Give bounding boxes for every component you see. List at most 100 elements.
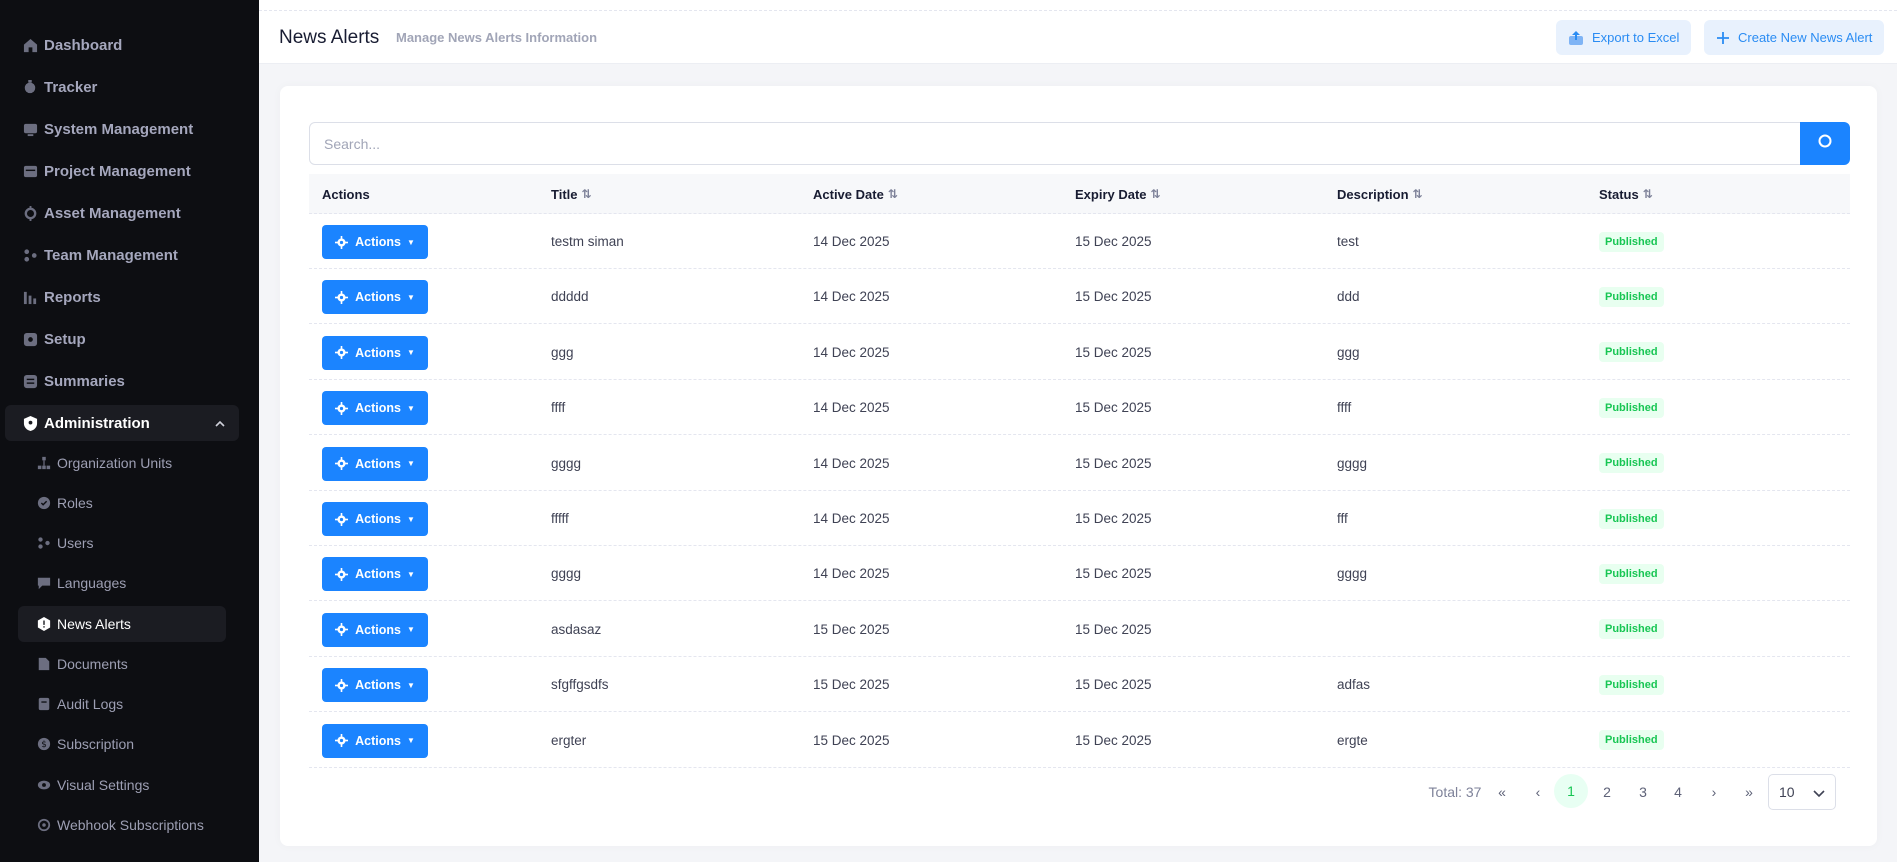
page-1-button[interactable]: 1 xyxy=(1554,774,1588,808)
sidebar-sub-audit-logs[interactable]: Audit Logs xyxy=(18,686,226,722)
sidebar-item-tracker[interactable]: Tracker xyxy=(5,69,239,105)
page-2-button[interactable]: 2 xyxy=(1590,774,1624,810)
sidebar-sub-label: Users xyxy=(57,535,94,551)
sidebar-sub-organization-units[interactable]: Organization Units xyxy=(18,445,226,481)
sidebar-sub-roles[interactable]: Roles xyxy=(18,485,226,521)
document-icon xyxy=(37,657,51,671)
summary-icon xyxy=(22,373,38,389)
gear-icon xyxy=(335,235,349,249)
search-icon xyxy=(1817,133,1833,154)
status-badge: Published xyxy=(1599,563,1664,584)
gear-icon xyxy=(335,734,349,748)
sidebar-item-system-management[interactable]: System Management xyxy=(5,111,239,147)
sort-icon: ⇅ xyxy=(1412,187,1423,201)
column-active-date[interactable]: Active Date ⇅ xyxy=(813,174,898,214)
status-badge: Published xyxy=(1599,730,1664,751)
sidebar-item-team-management[interactable]: Team Management xyxy=(5,237,239,273)
sidebar-sub-documents[interactable]: Documents xyxy=(18,646,226,682)
row-actions-button[interactable]: Actions ▼ xyxy=(322,723,428,758)
sidebar-sub-subscription[interactable]: $ Subscription xyxy=(18,726,226,762)
gear-icon xyxy=(335,623,349,637)
cell-title: ergter xyxy=(551,732,587,748)
svg-text:$: $ xyxy=(41,740,47,750)
caret-down-icon: ▼ xyxy=(406,459,415,469)
column-title[interactable]: Title ⇅ xyxy=(551,174,592,214)
row-actions-button[interactable]: Actions ▼ xyxy=(322,335,428,370)
cell-title: sfgffgsdfs xyxy=(551,677,609,693)
first-page-button[interactable]: « xyxy=(1485,774,1519,810)
sidebar-item-dashboard[interactable]: Dashboard xyxy=(5,27,239,63)
row-actions-button[interactable]: Actions ▼ xyxy=(322,668,428,703)
org-icon xyxy=(37,456,51,470)
column-description[interactable]: Description ⇅ xyxy=(1337,174,1423,214)
caret-down-icon: ▼ xyxy=(406,569,415,579)
sidebar-sub-users[interactable]: Users xyxy=(18,525,226,561)
table-row: Actions ▼ asdasaz 15 Dec 2025 15 Dec 2025 Pub… xyxy=(309,602,1850,657)
setup-icon xyxy=(22,331,38,347)
caret-down-icon: ▼ xyxy=(406,292,415,302)
sidebar-sub-news-alerts[interactable]: News Alerts xyxy=(18,606,226,642)
column-actions: Actions xyxy=(322,186,370,202)
sidebar-item-project-management[interactable]: Project Management xyxy=(5,153,239,189)
actions-label: Actions xyxy=(355,345,401,360)
tracker-icon xyxy=(22,79,38,95)
last-page-button[interactable]: » xyxy=(1732,774,1766,810)
sidebar-item-setup[interactable]: Setup xyxy=(5,321,239,357)
sidebar-sub-visual-settings[interactable]: Visual Settings xyxy=(18,767,226,803)
prev-page-button[interactable]: ‹ xyxy=(1521,774,1555,810)
row-actions-button[interactable]: Actions ▼ xyxy=(322,225,428,259)
next-page-button[interactable]: › xyxy=(1697,774,1731,810)
cell-expiry: 15 Dec 2025 xyxy=(1075,621,1152,637)
row-actions-button[interactable]: Actions ▼ xyxy=(322,446,428,481)
sidebar-item-reports[interactable]: Reports xyxy=(5,279,239,315)
cell-desc: test xyxy=(1337,234,1359,249)
search-input[interactable] xyxy=(309,122,1801,165)
language-icon xyxy=(37,576,51,590)
caret-down-icon: ▼ xyxy=(406,680,415,690)
table-row: Actions ▼ fffff 14 Dec 2025 15 Dec 2025 fff Pu… xyxy=(309,491,1850,546)
cell-active: 14 Dec 2025 xyxy=(813,566,890,582)
cell-title: asdasaz xyxy=(551,621,602,637)
page-size-select[interactable]: 10 xyxy=(1768,774,1836,810)
gear-icon xyxy=(335,567,349,581)
cell-status: Published xyxy=(1599,657,1664,712)
export-excel-button[interactable]: Export to Excel xyxy=(1556,20,1692,55)
cell-expiry: 15 Dec 2025 xyxy=(1075,234,1152,249)
sidebar-item-asset-management[interactable]: Asset Management xyxy=(5,195,239,231)
sort-icon: ⇅ xyxy=(1150,187,1161,201)
page-subtitle: Manage News Alerts Information xyxy=(396,30,598,45)
row-actions-button[interactable]: Actions ▼ xyxy=(322,391,428,426)
cell-status: Published xyxy=(1599,436,1664,491)
page-3-button[interactable]: 3 xyxy=(1626,774,1660,810)
sidebar-sub-webhook-subscriptions[interactable]: Webhook Subscriptions xyxy=(18,807,226,843)
row-actions-button[interactable]: Actions ▼ xyxy=(322,557,428,592)
cell-title: ffff xyxy=(551,400,566,416)
column-status[interactable]: Status ⇅ xyxy=(1599,174,1653,214)
row-actions-button[interactable]: Actions ▼ xyxy=(322,612,428,647)
cell-active: 15 Dec 2025 xyxy=(813,621,890,637)
caret-down-icon: ▼ xyxy=(406,736,415,746)
search-button[interactable] xyxy=(1800,122,1850,165)
sort-icon: ⇅ xyxy=(1642,187,1653,201)
team-icon xyxy=(22,247,38,263)
row-actions-button[interactable]: Actions ▼ xyxy=(322,280,428,315)
cell-title: ggg xyxy=(551,344,574,360)
cell-expiry: 15 Dec 2025 xyxy=(1075,400,1152,416)
cell-expiry: 15 Dec 2025 xyxy=(1075,732,1152,748)
gear-icon xyxy=(335,346,349,360)
cell-desc: adfas xyxy=(1337,677,1371,693)
column-expiry-date[interactable]: Expiry Date ⇅ xyxy=(1075,174,1161,214)
cell-active: 14 Dec 2025 xyxy=(813,344,890,360)
chevron-up-icon xyxy=(215,416,225,434)
create-news-alert-button[interactable]: Create New News Alert xyxy=(1704,20,1885,55)
row-actions-button[interactable]: Actions ▼ xyxy=(322,502,428,536)
cell-desc: fff xyxy=(1337,511,1348,526)
page-4-button[interactable]: 4 xyxy=(1661,774,1695,810)
cell-status: Published xyxy=(1599,713,1664,768)
sidebar-item-summaries[interactable]: Summaries xyxy=(5,363,239,399)
sidebar-item-administration[interactable]: Administration xyxy=(5,405,239,441)
cell-desc: gggg xyxy=(1337,566,1368,582)
sidebar-sub-languages[interactable]: Languages xyxy=(18,565,226,601)
table-row: Actions ▼ gggg 14 Dec 2025 15 Dec 2025 gggg Pu… xyxy=(309,436,1850,491)
alert-icon xyxy=(37,617,51,631)
